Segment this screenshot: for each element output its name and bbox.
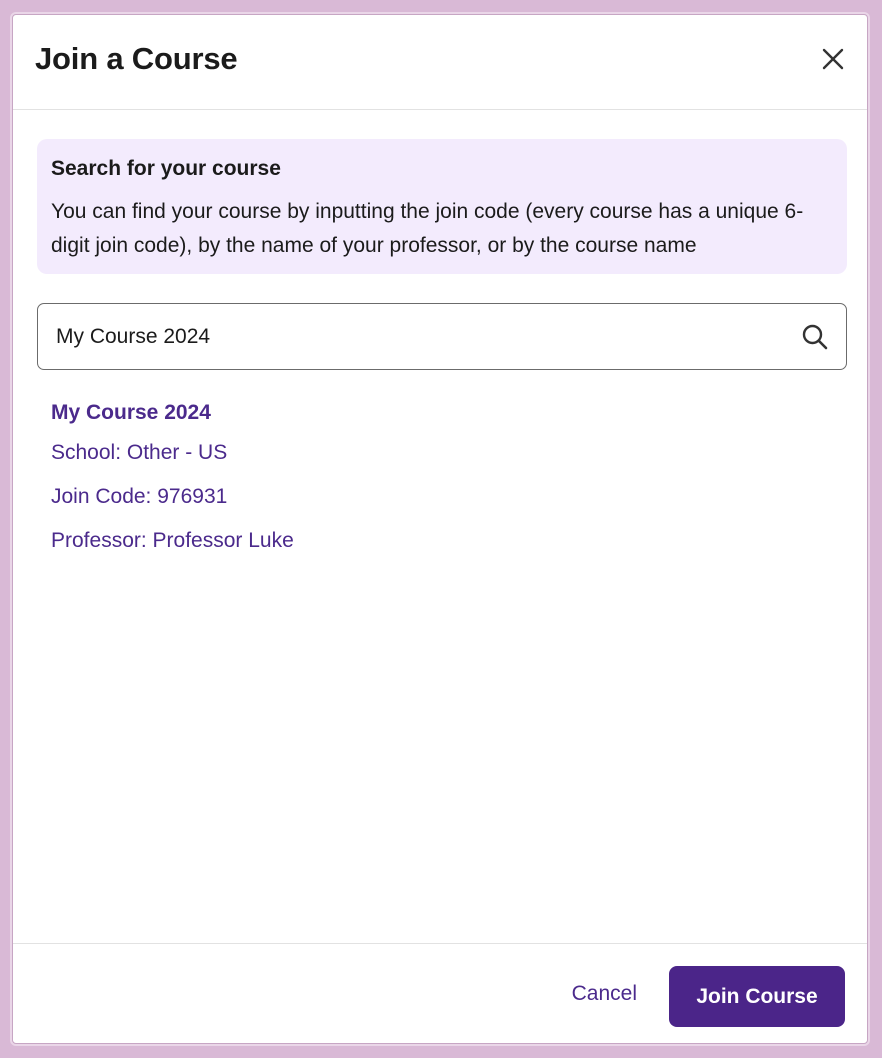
- dialog-footer: Cancel Join Course: [13, 943, 867, 1043]
- cancel-button[interactable]: Cancel: [572, 982, 637, 1006]
- course-result[interactable]: My Course 2024 School: Other - US Join C…: [51, 395, 811, 563]
- info-text: You can find your course by inputting th…: [51, 200, 804, 257]
- search-info-box: Search for your course You can find your…: [37, 139, 847, 274]
- course-professor: Professor: Professor Luke: [51, 529, 294, 552]
- dialog-title: Join a Course: [35, 41, 238, 76]
- join-course-dialog: Join a Course Search for your course You…: [12, 14, 868, 1044]
- course-name: My Course 2024: [51, 401, 211, 424]
- search-button[interactable]: [800, 322, 830, 352]
- search-icon: [802, 324, 828, 350]
- close-button[interactable]: [819, 45, 847, 73]
- info-title: Search for your course: [51, 157, 281, 180]
- search-field: [37, 303, 847, 370]
- search-input[interactable]: [38, 304, 778, 369]
- close-icon: [822, 48, 844, 70]
- course-school: School: Other - US: [51, 441, 228, 464]
- dialog-header: Join a Course: [13, 15, 867, 110]
- join-course-button[interactable]: Join Course: [669, 966, 845, 1027]
- course-join-code: Join Code: 976931: [51, 485, 228, 508]
